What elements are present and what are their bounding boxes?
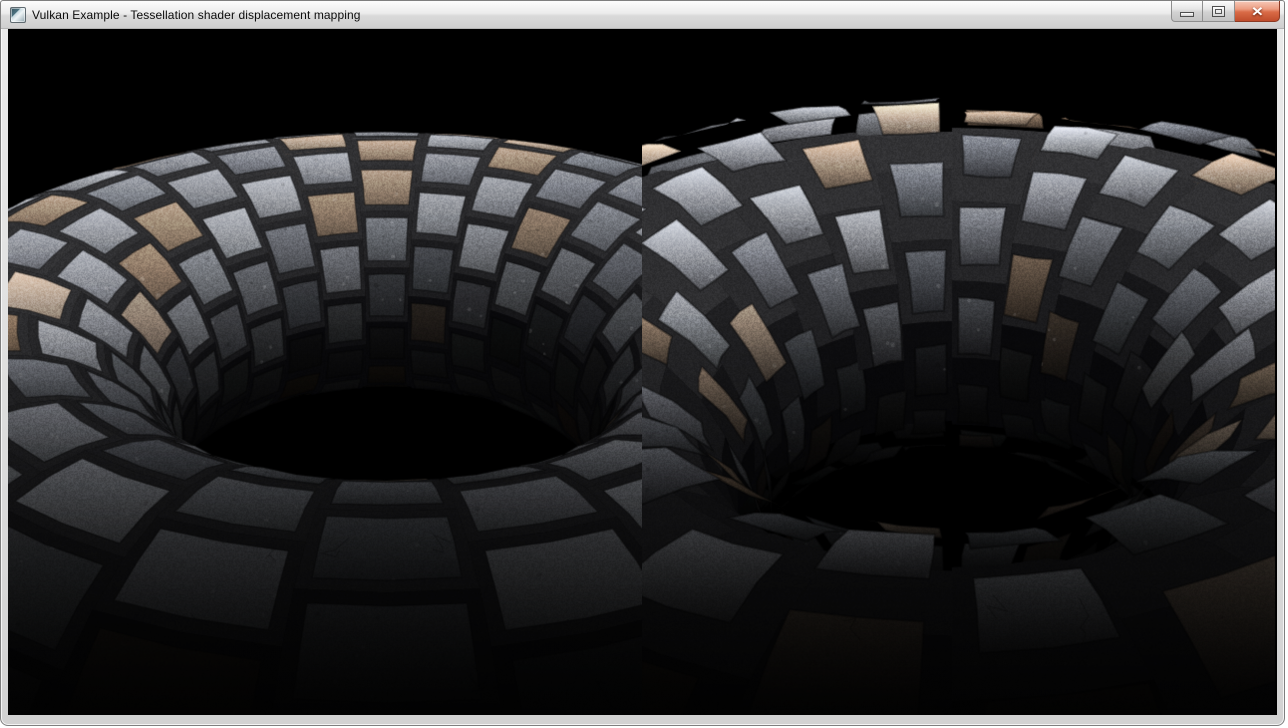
- app-icon[interactable]: [10, 7, 26, 23]
- minimize-button[interactable]: [1171, 1, 1203, 22]
- close-button[interactable]: ✕: [1235, 1, 1280, 22]
- render-viewport-left[interactable]: [8, 29, 642, 715]
- close-icon: ✕: [1251, 5, 1264, 18]
- render-area: [8, 29, 1277, 715]
- vulkan-example-window: Vulkan Example - Tessellation shader dis…: [0, 0, 1285, 726]
- maximize-button[interactable]: [1203, 1, 1235, 22]
- titlebar[interactable]: Vulkan Example - Tessellation shader dis…: [1, 1, 1284, 29]
- window-controls: ✕: [1171, 1, 1280, 22]
- minimize-icon: [1180, 12, 1194, 17]
- window-title: Vulkan Example - Tessellation shader dis…: [32, 8, 361, 22]
- maximize-icon: [1212, 6, 1225, 17]
- render-viewport-right[interactable]: [642, 29, 1275, 715]
